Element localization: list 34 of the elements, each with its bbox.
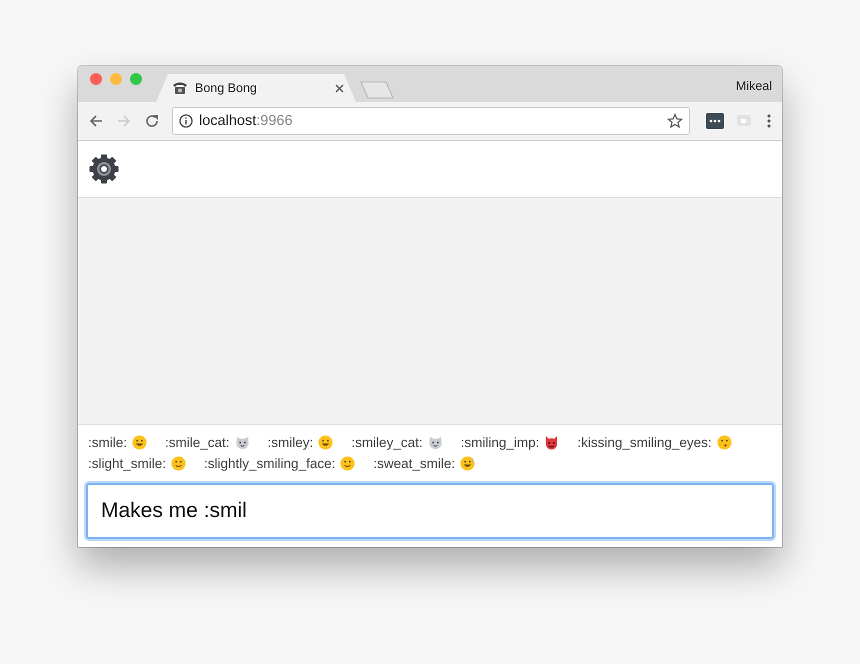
emoji-suggestion[interactable]: :smiling_imp: [460,435,560,450]
emoji-suggestion[interactable]: :kissing_smiling_eyes: [577,435,732,450]
tab-title: Bong Bong [195,81,258,95]
emoji-icon [716,435,732,450]
menu-icon[interactable] [766,113,772,129]
back-icon[interactable] [88,113,104,129]
emoji-icon [428,435,443,450]
telephone-icon [172,81,188,95]
profile-name[interactable]: Mikeal [736,79,772,93]
emoji-icon [544,435,560,450]
info-icon [179,114,193,128]
emoji-icon [460,456,476,471]
address-bar[interactable]: localhost:9966 [172,107,690,135]
emoji-suggestion[interactable]: :smiley: [268,435,334,450]
settings-icon[interactable] [88,153,120,185]
emoji-suggestion[interactable]: :smiley_cat: [351,435,443,450]
emoji-icon [171,456,186,471]
extension-icon[interactable] [706,113,724,129]
browser-tab[interactable]: Bong Bong [156,74,356,102]
emoji-icon [234,435,250,450]
url-host: localhost [199,113,256,129]
url-port: :9966 [256,113,293,129]
emoji-suggestion[interactable]: :smile: [88,435,148,450]
emoji-icon [318,435,334,450]
reload-icon[interactable] [144,113,160,129]
emoji-suggestion[interactable]: :smile_cat: [165,435,250,450]
emoji-suggestion[interactable]: :slightly_smiling_face: [204,456,356,471]
emoji-icon [340,456,356,471]
emoji-suggestion[interactable]: :sweat_smile: [373,456,476,471]
bookmark-star-icon[interactable] [667,113,683,129]
close-tab-icon[interactable] [335,84,344,92]
emoji-suggestion[interactable]: :slight_smile: [88,456,186,471]
message-input[interactable]: Makes me :smil [86,483,774,539]
emoji-icon [132,435,148,450]
